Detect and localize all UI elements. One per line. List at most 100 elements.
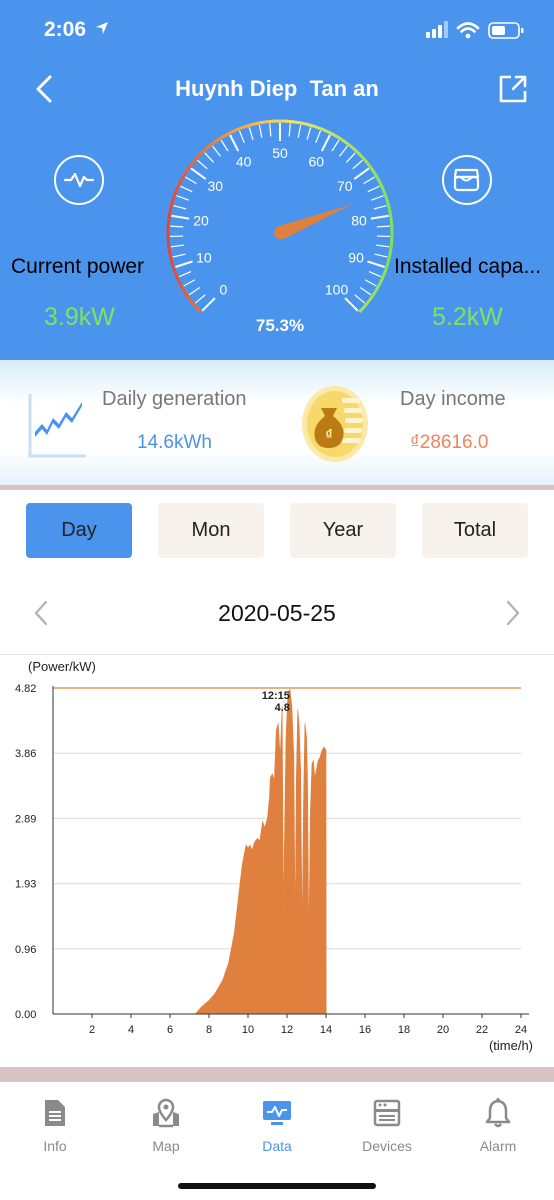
x-tick-label: 12 xyxy=(281,1024,293,1036)
gauge-tick xyxy=(320,134,331,152)
daily-generation-value: 14.6kWh xyxy=(137,432,212,453)
installed-capacity-label: Installed capa... xyxy=(394,255,542,278)
gauge-tick-label: 60 xyxy=(309,154,325,170)
y-tick-label: 4.82 xyxy=(15,683,36,695)
status-time: 2:06 xyxy=(44,18,87,41)
x-tick-label: 18 xyxy=(398,1024,410,1036)
gauge-tick xyxy=(180,185,193,193)
gauge-tick xyxy=(373,205,387,210)
y-tick-label: 2.89 xyxy=(15,813,36,825)
power-area xyxy=(195,689,327,1015)
tabbar-item-map[interactable]: Map xyxy=(121,1098,211,1154)
gauge-tick xyxy=(331,139,340,152)
gauge-tick xyxy=(171,214,190,220)
gauge-tick xyxy=(370,214,389,220)
gauge-tick xyxy=(170,225,184,228)
gauge-tick xyxy=(172,253,186,258)
gauge-tick xyxy=(288,123,291,137)
y-tick-label: 0.00 xyxy=(15,1009,36,1021)
power-pulse-icon xyxy=(54,155,104,205)
x-tick-label: 14 xyxy=(320,1024,332,1036)
tabbar-label-map: Map xyxy=(152,1138,180,1154)
gauge-tick xyxy=(258,124,263,138)
gauge-tick xyxy=(248,127,254,141)
money-bag-icon: ₫ xyxy=(302,386,368,462)
gauge-tick xyxy=(175,260,193,268)
plant-title: Huynh Diep Tan an xyxy=(175,76,379,101)
tabbar-label-devices: Devices xyxy=(362,1138,412,1154)
gauge-tick xyxy=(178,270,192,278)
gauge-tick xyxy=(204,152,215,163)
current-power-label: Current power xyxy=(11,255,145,278)
gauge-tick-label: 10 xyxy=(196,250,212,266)
gauge-needle xyxy=(277,204,353,240)
document-icon xyxy=(45,1100,65,1126)
gauge-tick xyxy=(374,253,388,258)
previous-date-icon[interactable] xyxy=(30,598,54,628)
tab-month[interactable]: Mon xyxy=(158,503,264,558)
gauge-tick xyxy=(229,134,240,152)
tabbar-item-devices[interactable]: Devices xyxy=(342,1098,432,1154)
home-indicator xyxy=(178,1183,376,1189)
x-tick-label: 2 xyxy=(89,1024,95,1036)
tab-total[interactable]: Total xyxy=(422,503,528,558)
gauge-tick-label: 20 xyxy=(193,212,209,228)
location-arrow-icon xyxy=(96,22,108,34)
gauge-tick xyxy=(197,159,208,170)
generation-chart-icon xyxy=(28,394,86,458)
current-power-value: 3.9kW xyxy=(44,303,115,331)
svg-text:₫: ₫ xyxy=(325,426,332,442)
gauge-tick xyxy=(190,167,207,180)
share-external-icon[interactable] xyxy=(498,74,528,104)
gauge-tick xyxy=(194,294,206,304)
gauge-tick xyxy=(368,270,382,278)
gauge-tick xyxy=(220,139,229,152)
capacity-box-icon xyxy=(442,155,492,205)
status-bar: 2:06 xyxy=(0,0,554,60)
gauge-tick xyxy=(364,279,377,287)
y-tick-label: 0.96 xyxy=(15,944,36,956)
selected-date: 2020-05-25 xyxy=(218,600,336,626)
y-tick-label: 3.86 xyxy=(15,748,36,760)
x-tick-label: 6 xyxy=(167,1024,173,1036)
gauge-tick xyxy=(170,244,184,248)
x-tick-label: 10 xyxy=(242,1024,254,1036)
gauge-tick xyxy=(367,260,385,268)
x-tick-label: 22 xyxy=(476,1024,488,1036)
tabbar-label-data: Data xyxy=(262,1138,292,1154)
gauge-tick xyxy=(176,195,189,201)
wifi-icon xyxy=(456,22,480,33)
tabbar-item-info[interactable]: Info xyxy=(10,1098,100,1154)
tabbar-item-alarm[interactable]: Alarm xyxy=(453,1098,543,1154)
installed-capacity-value: 5.2kW xyxy=(432,303,503,331)
tab-day[interactable]: Day xyxy=(26,503,132,558)
device-server-icon xyxy=(373,1099,401,1127)
x-tick-label: 24 xyxy=(515,1024,527,1036)
bell-icon xyxy=(485,1098,511,1128)
gauge-tick xyxy=(297,124,302,138)
tabbar-label-info: Info xyxy=(43,1138,67,1154)
x-axis-label: (time/h) xyxy=(489,1038,533,1053)
gauge-tick-label: 50 xyxy=(272,145,288,161)
day-income-label: Day income xyxy=(400,388,506,410)
gauge-tick xyxy=(353,167,370,180)
tabbar-item-data[interactable]: Data xyxy=(232,1098,322,1154)
x-tick-label: 16 xyxy=(359,1024,371,1036)
divider xyxy=(0,1067,554,1082)
gauge-percent: 75.3% xyxy=(255,316,305,335)
gauge-tick-label: 90 xyxy=(348,250,364,266)
tab-year[interactable]: Year xyxy=(290,503,396,558)
next-date-icon[interactable] xyxy=(500,598,524,628)
gauge-tick xyxy=(183,279,196,287)
back-chevron-icon[interactable] xyxy=(30,72,62,106)
gauge-tick xyxy=(185,176,197,185)
gauge-tick-label: 0 xyxy=(220,282,228,298)
peak-time-label: 12:15 xyxy=(262,690,290,702)
gauge-tick xyxy=(359,287,372,296)
gauge-tick xyxy=(201,297,216,312)
x-tick-label: 4 xyxy=(128,1024,134,1036)
gauge-tick xyxy=(352,159,363,170)
gauge-tick xyxy=(376,244,390,248)
gauge-tick xyxy=(306,127,312,141)
battery-icon xyxy=(488,22,524,39)
